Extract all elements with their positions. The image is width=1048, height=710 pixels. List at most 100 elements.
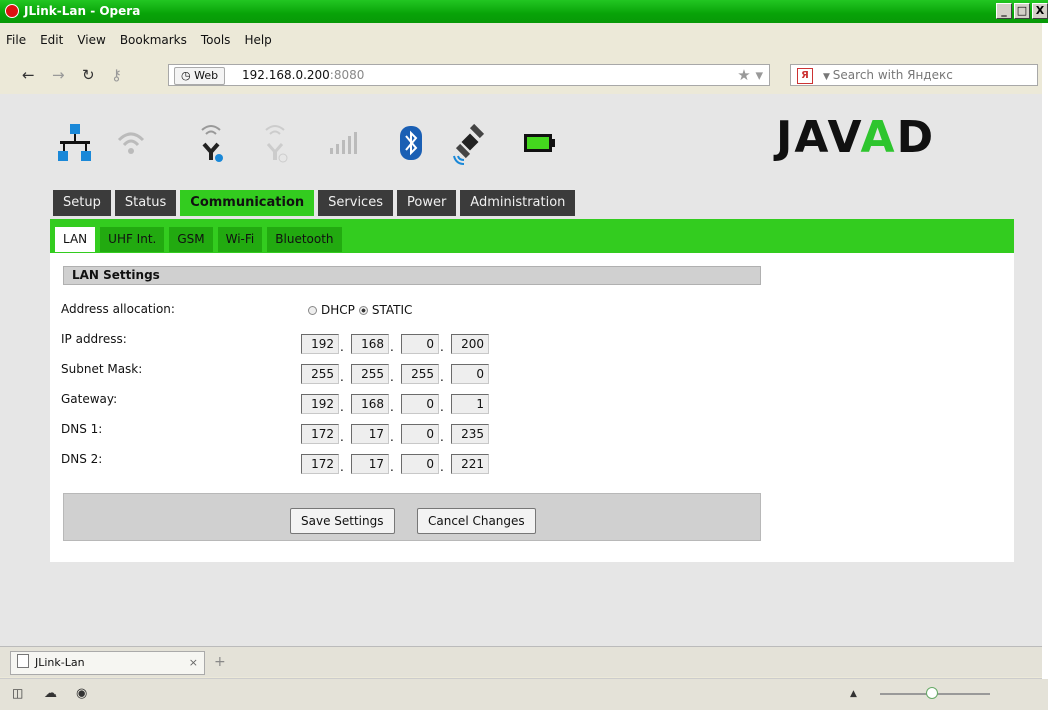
address-bar[interactable]: ◷ Web 192.168.0.200:8080 ★ ▾ — [168, 64, 770, 86]
forward-icon[interactable]: → — [52, 66, 65, 84]
octet-input[interactable]: 0 — [401, 424, 439, 444]
octet-input[interactable]: 1 — [451, 394, 489, 414]
tab-setup[interactable]: Setup — [53, 190, 111, 216]
octet-input[interactable]: 255 — [401, 364, 439, 384]
octet-input[interactable]: 0 — [401, 334, 439, 354]
window-titlebar: JLink-Lan - Opera _ □ X — [0, 0, 1048, 23]
search-placeholder: ▼ Search with Яндекс — [823, 68, 953, 82]
subnet-mask-label: Subnet Mask: — [61, 362, 143, 376]
subnet-mask-field: 255. 255. 255. 0 — [301, 364, 489, 384]
page-content: JAVAD Setup Status Communication Service… — [0, 94, 1048, 646]
menu-edit[interactable]: Edit — [40, 33, 63, 53]
ip-address-label: IP address: — [61, 332, 127, 346]
close-tab-icon[interactable]: × — [189, 652, 198, 674]
tab-communication[interactable]: Communication — [180, 190, 315, 216]
octet-input[interactable]: 172 — [301, 454, 339, 474]
javad-logo: JAVAD — [776, 112, 936, 163]
save-settings-button[interactable]: Save Settings — [290, 508, 395, 534]
globe-icon: ◷ — [181, 69, 195, 82]
address-allocation-label: Address allocation: — [61, 302, 175, 316]
back-icon[interactable]: ← — [22, 66, 35, 84]
satellite-icon — [453, 123, 485, 165]
octet-input[interactable]: 0 — [401, 394, 439, 414]
minimize-button[interactable]: _ — [996, 3, 1012, 19]
page-tab[interactable]: JLink-Lan × — [10, 651, 205, 675]
section-title: LAN Settings — [63, 266, 761, 285]
subtab-wifi[interactable]: Wi-Fi — [217, 227, 263, 252]
action-bar: Save Settings Cancel Changes — [63, 493, 761, 541]
lan-icon — [58, 124, 91, 161]
window-title: JLink-Lan - Opera — [24, 4, 141, 18]
battery-icon — [524, 134, 555, 152]
lan-settings-panel: LAN Settings Address allocation: DHCP ST… — [50, 253, 1014, 562]
dns2-label: DNS 2: — [61, 452, 103, 466]
tab-status[interactable]: Status — [114, 190, 177, 216]
key-icon[interactable]: ⚷ — [111, 66, 122, 84]
close-button[interactable]: X — [1032, 3, 1048, 19]
subtab-uhf[interactable]: UHF Int. — [100, 227, 165, 252]
bookmark-star-icon[interactable]: ★ ▾ — [737, 66, 763, 84]
window-edge — [1042, 23, 1048, 679]
cancel-changes-button[interactable]: Cancel Changes — [417, 508, 536, 534]
reload-icon[interactable]: ↻ — [82, 66, 95, 84]
octet-input[interactable]: 17 — [351, 454, 389, 474]
octet-input[interactable]: 168 — [351, 334, 389, 354]
tab-services[interactable]: Services — [318, 190, 393, 216]
subtab-bluetooth[interactable]: Bluetooth — [267, 227, 342, 252]
zoom-slider[interactable] — [880, 687, 990, 699]
dhcp-radio[interactable] — [308, 305, 317, 315]
octet-input[interactable]: 17 — [351, 424, 389, 444]
octet-input[interactable]: 192 — [301, 334, 339, 354]
octet-input[interactable]: 200 — [451, 334, 489, 354]
address-allocation-radios: DHCP STATIC — [308, 303, 412, 317]
zoom-slider-knob[interactable] — [926, 687, 938, 699]
tab-power[interactable]: Power — [396, 190, 457, 216]
dns1-field: 172. 17. 0. 235 — [301, 424, 489, 444]
octet-input[interactable]: 255 — [351, 364, 389, 384]
wifi-ap-icon — [265, 125, 288, 163]
octet-input[interactable]: 192 — [301, 394, 339, 414]
page-icon — [17, 654, 29, 668]
sub-tab-bar: LAN UHF Int. GSM Wi-Fi Bluetooth — [50, 219, 1014, 253]
static-radio[interactable] — [358, 305, 368, 315]
subtab-gsm[interactable]: GSM — [169, 227, 213, 252]
browser-tab-strip: JLink-Lan × + — [0, 646, 1048, 677]
octet-input[interactable]: 172 — [301, 424, 339, 444]
octet-input[interactable]: 0 — [401, 454, 439, 474]
octet-input[interactable]: 221 — [451, 454, 489, 474]
menubar: File Edit View Bookmarks Tools Help — [0, 33, 272, 53]
status-icons — [50, 114, 570, 174]
menu-bookmarks[interactable]: Bookmarks — [120, 33, 187, 53]
menu-view[interactable]: View — [77, 33, 105, 53]
subtab-lan[interactable]: LAN — [55, 227, 96, 252]
signal-icon — [330, 132, 357, 154]
turbo-icon[interactable]: ◉ — [76, 686, 87, 701]
status-bar: ◫ ☁ ◉ ▲ — [0, 678, 1048, 710]
dns2-field: 172. 17. 0. 221 — [301, 454, 489, 474]
wifi-client-icon — [201, 125, 223, 162]
gateway-label: Gateway: — [61, 392, 118, 406]
tab-administration[interactable]: Administration — [460, 190, 576, 216]
octet-input[interactable]: 0 — [451, 364, 489, 384]
menu-tools[interactable]: Tools — [201, 33, 231, 53]
web-button[interactable]: ◷ Web — [174, 67, 226, 85]
zoom-up-icon[interactable]: ▲ — [850, 689, 857, 699]
main-tabs: Setup Status Communication Services Powe… — [53, 190, 576, 216]
new-tab-icon[interactable]: + — [214, 654, 226, 670]
cloud-icon[interactable]: ☁ — [44, 686, 57, 701]
opera-logo-icon — [5, 4, 19, 18]
ip-address-field: 192. 168. 0. 200 — [301, 334, 489, 354]
gateway-field: 192. 168. 0. 1 — [301, 394, 489, 414]
search-input[interactable]: Я ▼ Search with Яндекс — [790, 64, 1038, 86]
menu-file[interactable]: File — [6, 33, 26, 53]
panel-toggle-icon[interactable]: ◫ — [12, 686, 23, 700]
maximize-button[interactable]: □ — [1014, 3, 1030, 19]
yandex-icon[interactable]: Я — [797, 68, 813, 84]
url-text[interactable]: 192.168.0.200:8080 — [242, 68, 364, 82]
dns1-label: DNS 1: — [61, 422, 103, 436]
octet-input[interactable]: 235 — [451, 424, 489, 444]
octet-input[interactable]: 168 — [351, 394, 389, 414]
menu-help[interactable]: Help — [244, 33, 271, 53]
wifi-icon — [117, 132, 145, 154]
octet-input[interactable]: 255 — [301, 364, 339, 384]
